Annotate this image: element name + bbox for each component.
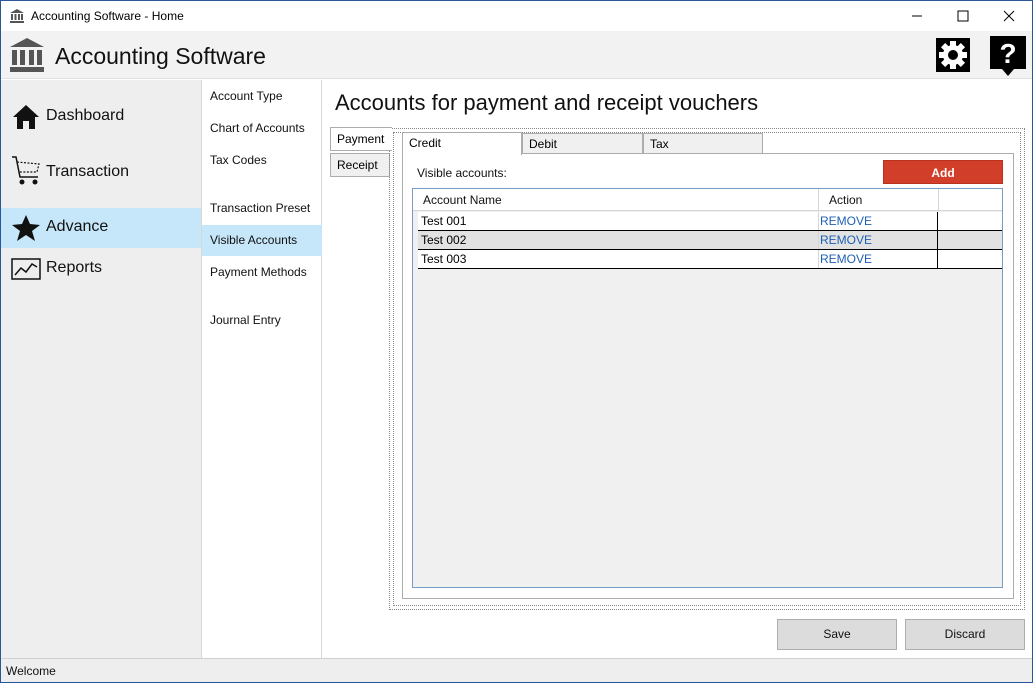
table-row[interactable]: Test 001 REMOVE — [418, 212, 1002, 231]
app-title: Accounting Software — [55, 43, 266, 69]
account-name-cell: Test 001 — [418, 212, 819, 230]
page-title: Accounts for payment and receipt voucher… — [335, 90, 759, 115]
bank-icon — [10, 9, 24, 23]
nav-item-label: Dashboard — [46, 107, 125, 124]
table-row[interactable]: Test 003 REMOVE — [418, 250, 1002, 269]
app-window: Accounting Software - Home Accounting So… — [0, 0, 1033, 683]
remove-link[interactable]: REMOVE — [819, 231, 938, 249]
column-header-account-name[interactable]: Account Name — [413, 189, 819, 211]
app-header: Accounting Software ? — [1, 31, 1032, 79]
svg-text:?: ? — [999, 38, 1016, 69]
minimize-icon — [912, 15, 922, 17]
home-icon — [13, 105, 39, 129]
status-text: Welcome — [6, 664, 56, 678]
column-header-action[interactable]: Action — [819, 189, 939, 211]
tab-receipt[interactable]: Receipt — [330, 153, 390, 177]
cart-icon — [12, 156, 40, 185]
add-button[interactable]: Add — [883, 160, 1003, 184]
nav-item-transaction[interactable]: Transaction — [1, 153, 201, 193]
remove-link[interactable]: REMOVE — [819, 250, 938, 268]
table-row[interactable]: Test 002 REMOVE — [418, 231, 1002, 250]
bank-logo-icon — [10, 38, 44, 72]
tab-debit[interactable]: Debit — [522, 133, 643, 155]
sub-nav: Account Type Chart of Accounts Tax Codes… — [201, 80, 322, 658]
gear-icon[interactable] — [936, 38, 970, 72]
maximize-icon — [957, 10, 969, 22]
subnav-item-journal-entry[interactable]: Journal Entry — [202, 305, 322, 336]
nav-item-advance[interactable]: Advance — [1, 208, 201, 248]
subnav-item-transaction-preset[interactable]: Transaction Preset — [202, 193, 322, 224]
grid-header: Account Name Action — [413, 189, 1002, 211]
subnav-item-account-type[interactable]: Account Type — [202, 81, 322, 112]
tab-tax[interactable]: Tax — [643, 133, 763, 155]
chart-icon — [11, 258, 41, 280]
tab-credit[interactable]: Credit — [402, 132, 522, 155]
subnav-item-tax-codes[interactable]: Tax Codes — [202, 145, 322, 176]
account-name-cell: Test 003 — [418, 250, 819, 268]
subnav-item-chart-of-accounts[interactable]: Chart of Accounts — [202, 113, 322, 144]
close-button[interactable] — [986, 1, 1032, 31]
status-bar: Welcome — [1, 658, 1032, 682]
discard-button[interactable]: Discard — [905, 619, 1025, 650]
subnav-item-payment-methods[interactable]: Payment Methods — [202, 257, 322, 288]
account-name-cell: Test 002 — [418, 231, 819, 249]
nav-item-dashboard[interactable]: Dashboard — [1, 97, 201, 137]
nav-item-reports[interactable]: Reports — [1, 249, 201, 289]
nav-item-label: Advance — [46, 218, 109, 235]
main-nav: Dashboard Transaction Advance Reports — [1, 80, 201, 658]
visible-accounts-label: Visible accounts: — [417, 166, 507, 180]
tab-payment[interactable]: Payment — [330, 127, 392, 151]
nav-item-label: Reports — [46, 259, 103, 276]
minimize-button[interactable] — [894, 1, 940, 31]
main-content: Accounts for payment and receipt voucher… — [322, 80, 1032, 658]
maximize-button[interactable] — [940, 1, 986, 31]
remove-link[interactable]: REMOVE — [819, 212, 938, 230]
save-button[interactable]: Save — [777, 619, 897, 650]
window-title: Accounting Software - Home — [31, 9, 184, 23]
help-icon[interactable]: ? — [990, 36, 1026, 76]
star-icon — [12, 215, 40, 241]
credit-tab-page: Visible accounts: Add Account Name Actio… — [402, 153, 1014, 599]
subnav-item-visible-accounts[interactable]: Visible Accounts — [202, 225, 322, 256]
nav-item-label: Transaction — [46, 163, 129, 180]
accounts-grid: Account Name Action Test 001 REMOVE Test… — [412, 188, 1003, 588]
close-icon — [1003, 10, 1015, 22]
title-bar[interactable]: Accounting Software - Home — [1, 1, 1032, 31]
